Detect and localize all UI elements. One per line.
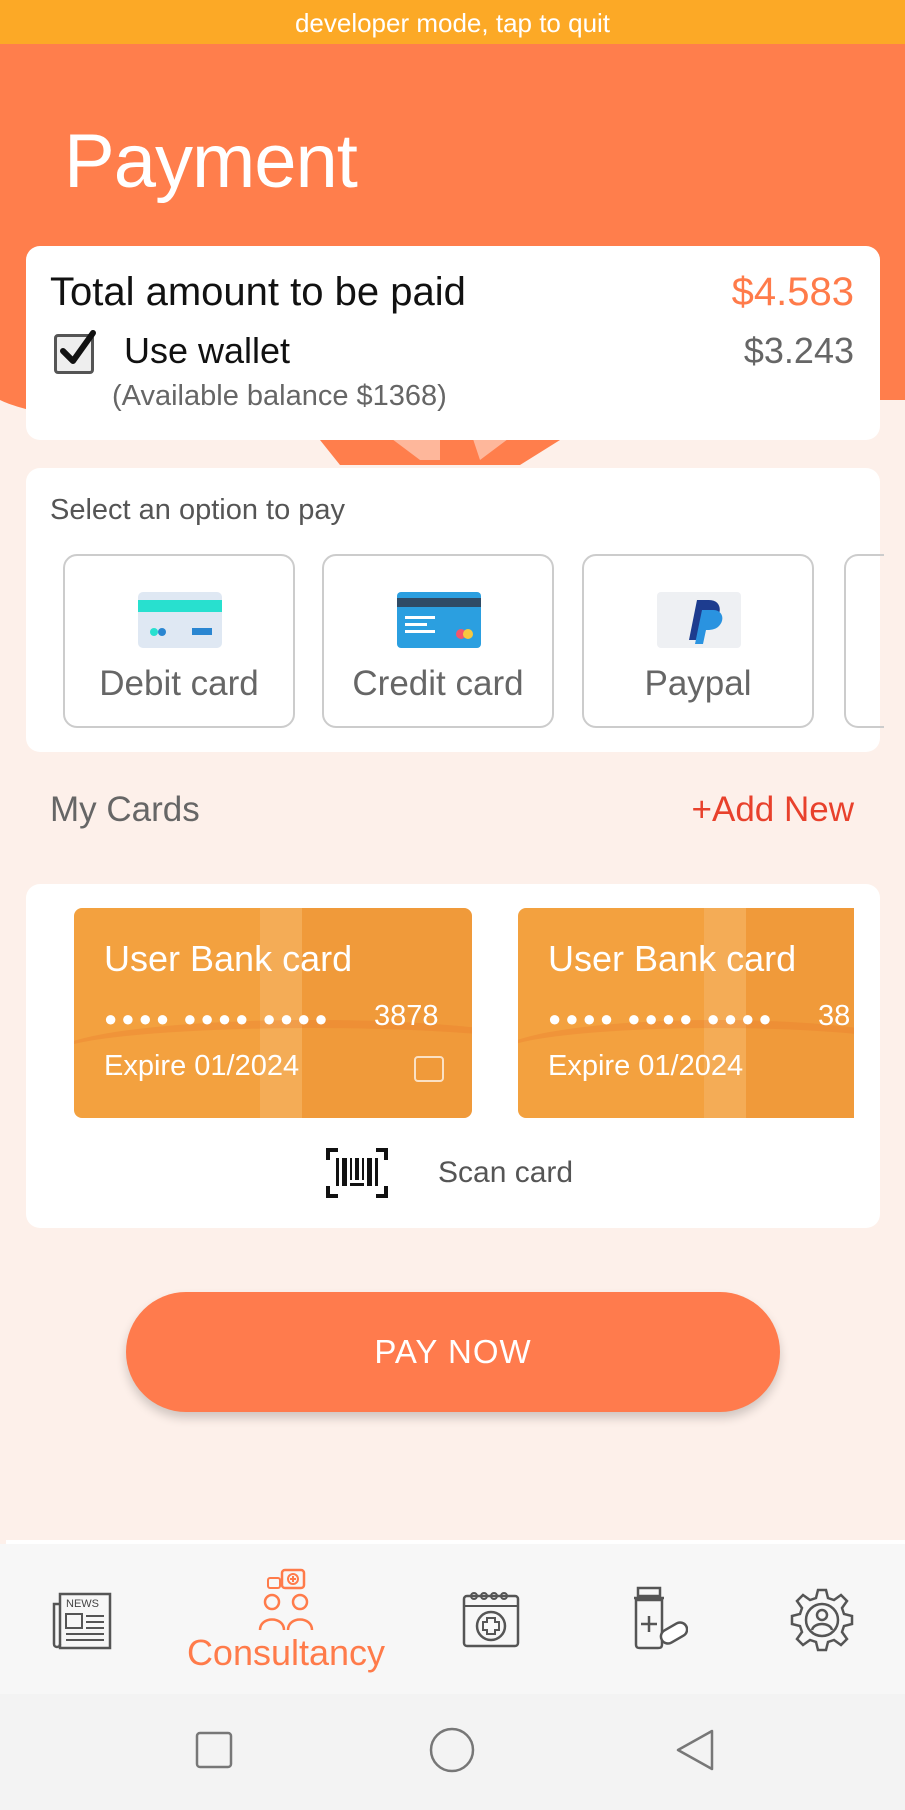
news-icon[interactable]: NEWS: [52, 1590, 114, 1650]
bank-card[interactable]: User Bank card ●●●● ●●●● ●●●● 38 Expire …: [518, 908, 854, 1118]
card-number-masked: ●●●● ●●●● ●●●●: [548, 1006, 776, 1031]
paypal-icon: [657, 592, 741, 648]
my-cards-title: My Cards: [50, 790, 200, 829]
tab-consultancy-label[interactable]: Consultancy: [180, 1632, 392, 1674]
option-label: Credit card: [352, 664, 524, 703]
bank-card[interactable]: User Bank card ●●●● ●●●● ●●●● 3878 Expir…: [74, 908, 472, 1118]
scan-card-label[interactable]: Scan card: [438, 1156, 573, 1190]
settings-gear-icon[interactable]: [790, 1588, 854, 1652]
svg-text:NEWS: NEWS: [66, 1598, 99, 1610]
page-title: Payment: [64, 119, 358, 204]
card-number-masked: ●●●● ●●●● ●●●●: [104, 1006, 332, 1031]
credit-card-icon: [397, 592, 481, 648]
medicine-icon[interactable]: [626, 1586, 688, 1652]
option-more-partial[interactable]: [844, 554, 884, 728]
option-label: Paypal: [644, 664, 752, 703]
developer-mode-banner[interactable]: developer mode, tap to quit: [0, 0, 905, 44]
wallet-amount-value: $3.243: [743, 330, 854, 371]
checkmark-icon: [60, 330, 96, 364]
card-last-digits: 3878: [374, 1000, 439, 1032]
back-icon[interactable]: [674, 1728, 716, 1772]
bottom-tab-bar: [0, 1544, 905, 1694]
option-label: Debit card: [99, 664, 259, 703]
card-chip-icon: [414, 1056, 444, 1082]
consultancy-icon: [258, 1568, 314, 1631]
payment-options-title: Select an option to pay: [50, 494, 346, 526]
option-debit-card[interactable]: Debit card: [63, 554, 295, 728]
recent-apps-icon[interactable]: [194, 1730, 234, 1770]
calendar-medical-icon[interactable]: [460, 1588, 524, 1652]
card-expiry: Expire 01/2024: [548, 1050, 744, 1082]
use-wallet-label[interactable]: Use wallet: [124, 330, 290, 372]
card-expiry: Expire 01/2024: [104, 1050, 300, 1082]
option-credit-card[interactable]: Credit card: [322, 554, 554, 728]
add-new-card-link[interactable]: +Add New: [660, 790, 854, 830]
available-balance-text: (Available balance $1368): [112, 380, 447, 412]
card-title: User Bank card: [104, 938, 353, 979]
pay-now-button[interactable]: PAY NOW: [126, 1292, 780, 1412]
barcode-scan-icon[interactable]: [326, 1148, 388, 1198]
card-last-digits: 38: [818, 1000, 851, 1032]
use-wallet-checkbox[interactable]: [54, 330, 96, 374]
card-title: User Bank card: [548, 938, 797, 979]
home-icon[interactable]: [428, 1726, 476, 1774]
option-paypal[interactable]: Paypal: [582, 554, 814, 728]
total-amount-label: Total amount to be paid: [50, 270, 466, 314]
total-amount-value: $4.583: [731, 270, 854, 314]
debit-card-icon: [138, 592, 222, 648]
